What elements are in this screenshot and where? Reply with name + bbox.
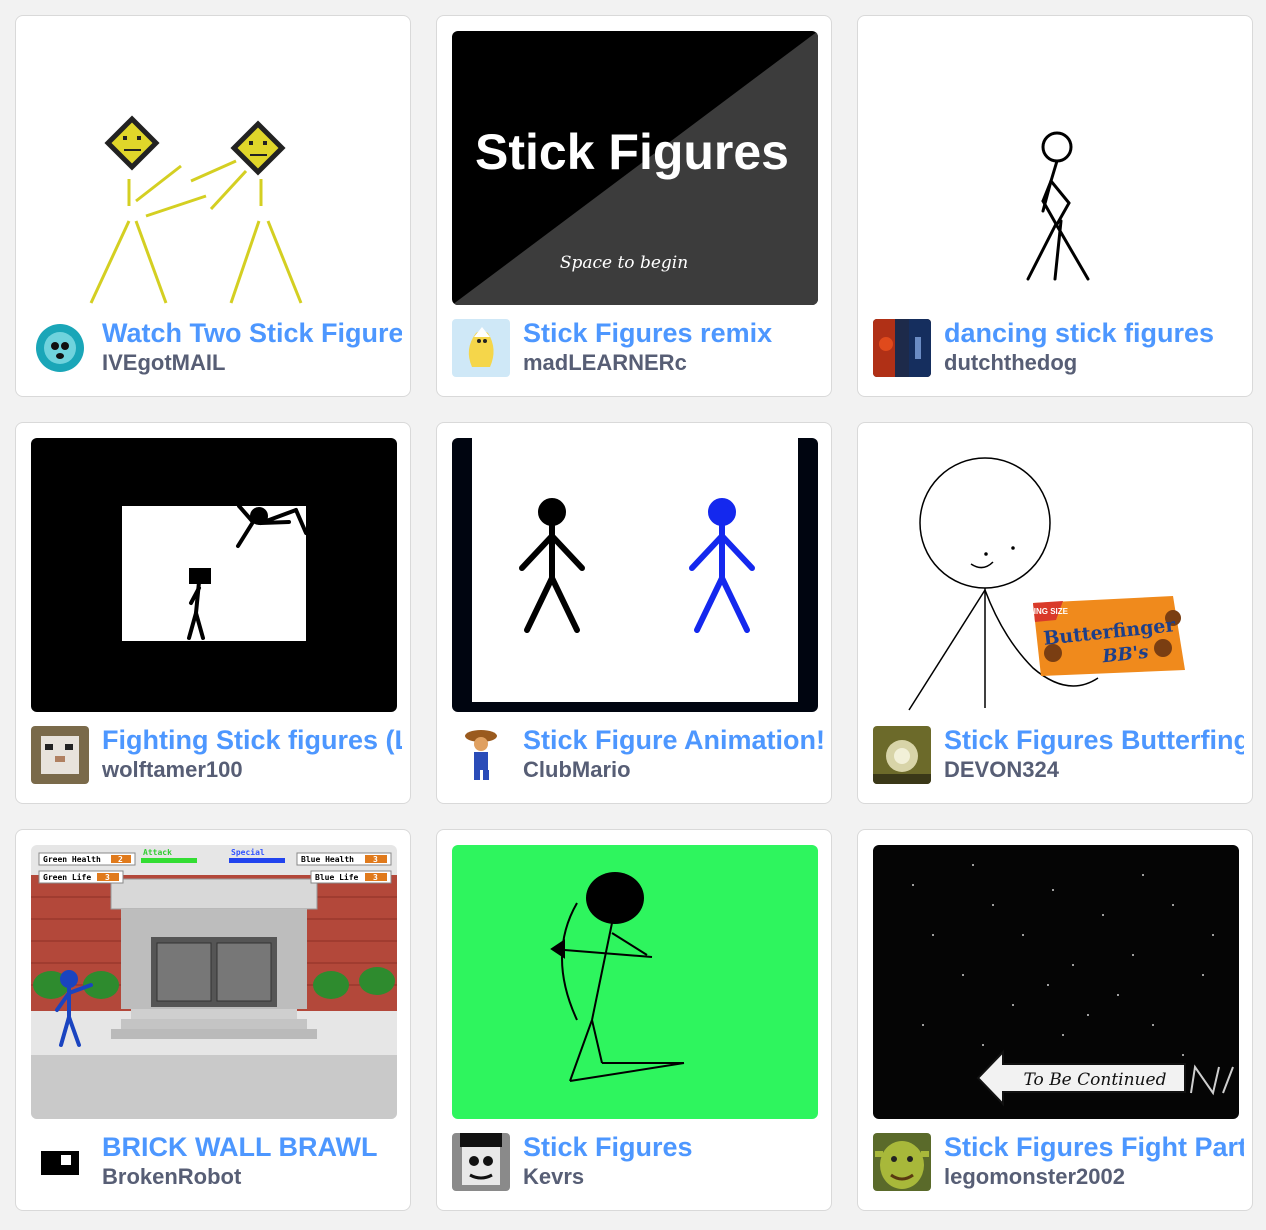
candy-bag: KING SIZE Butterfinger BB's xyxy=(1028,596,1185,676)
project-thumbnail[interactable]: Stick Figures Space to begin xyxy=(452,31,818,305)
project-author[interactable]: BrokenRobot xyxy=(102,1164,402,1190)
avatar-image xyxy=(452,319,510,377)
dancing-stick-figure-thumbnail xyxy=(873,31,1239,305)
project-card[interactable]: dancing stick figures dutchthedog xyxy=(857,15,1253,397)
hud-attack-label: Attack xyxy=(143,848,172,857)
stick-figure-animation-thumbnail xyxy=(452,438,818,712)
hud-blue-life-value: 3 xyxy=(373,873,378,882)
avatar-image xyxy=(31,319,89,377)
stick-figures-yellow-thumbnail xyxy=(31,31,397,305)
project-title[interactable]: Stick Figures Butterfing xyxy=(944,725,1244,756)
project-card[interactable]: Stick Figure Animation! ClubMario xyxy=(436,422,832,804)
hud-blue-health-label: Blue Health xyxy=(301,855,354,864)
project-author[interactable]: legomonster2002 xyxy=(944,1164,1244,1190)
avatar-image xyxy=(452,726,510,784)
hud-blue-health-value: 3 xyxy=(373,855,378,864)
project-thumbnail[interactable] xyxy=(31,438,397,712)
hud-green-health-value: 2 xyxy=(118,855,123,864)
project-title[interactable]: BRICK WALL BRAWL xyxy=(102,1132,402,1163)
hud-special-label: Special xyxy=(231,847,265,857)
project-title[interactable]: Stick Figure Animation! xyxy=(523,725,823,756)
avatar-image xyxy=(31,726,89,784)
hud-green-health-label: Green Health xyxy=(43,855,101,864)
project-thumbnail[interactable] xyxy=(452,845,818,1119)
author-avatar[interactable] xyxy=(31,726,89,784)
project-title[interactable]: dancing stick figures xyxy=(944,318,1244,349)
hud-green-life-label: Green Life xyxy=(43,872,91,882)
avatar-image xyxy=(873,726,931,784)
thumb-title: Stick Figures xyxy=(475,124,789,180)
project-title[interactable]: Stick Figures remix xyxy=(523,318,823,349)
fighting-stick-figures-thumbnail xyxy=(31,438,397,712)
avatar-image xyxy=(31,1133,89,1191)
project-card[interactable]: Stick Figures Space to begin Stick Figur… xyxy=(436,15,832,397)
archer-stick-figure-thumbnail xyxy=(452,845,818,1119)
project-thumbnail[interactable]: To Be Continued xyxy=(873,845,1239,1119)
author-avatar[interactable] xyxy=(452,726,510,784)
author-avatar[interactable] xyxy=(31,1133,89,1191)
project-title[interactable]: Fighting Stick figures (L xyxy=(102,725,402,756)
avatar-image xyxy=(873,319,931,377)
author-avatar[interactable] xyxy=(873,319,931,377)
author-avatar[interactable] xyxy=(31,319,89,377)
butterfinger-stick-figure-thumbnail: KING SIZE Butterfinger BB's xyxy=(873,438,1239,712)
brick-wall-brawl-thumbnail: Green Health 2 Green Life 3 Attack Speci… xyxy=(31,845,397,1119)
project-card[interactable]: Fighting Stick figures (L wolftamer100 xyxy=(15,422,411,804)
project-author[interactable]: Kevrs xyxy=(523,1164,823,1190)
project-author[interactable]: madLEARNERc xyxy=(523,350,823,376)
author-avatar[interactable] xyxy=(452,319,510,377)
avatar-image xyxy=(873,1133,931,1191)
project-author[interactable]: IVEgotMAIL xyxy=(102,350,402,376)
thumb-subtitle: Space to begin xyxy=(560,253,688,273)
candy-top-label: KING SIZE xyxy=(1028,607,1069,616)
to-be-continued-thumbnail: To Be Continued xyxy=(873,845,1239,1119)
project-author[interactable]: ClubMario xyxy=(523,757,823,783)
author-avatar[interactable] xyxy=(873,1133,931,1191)
avatar-image xyxy=(452,1133,510,1191)
project-thumbnail[interactable]: Green Health 2 Green Life 3 Attack Speci… xyxy=(31,845,397,1119)
project-title[interactable]: Watch Two Stick Figure xyxy=(102,318,402,349)
project-thumbnail[interactable] xyxy=(31,31,397,305)
project-card[interactable]: Stick Figures Kevrs xyxy=(436,829,832,1211)
hud-green-life-value: 3 xyxy=(105,873,110,882)
project-author[interactable]: DEVON324 xyxy=(944,757,1244,783)
project-thumbnail[interactable] xyxy=(873,31,1239,305)
project-thumbnail[interactable] xyxy=(452,438,818,712)
project-title[interactable]: Stick Figures xyxy=(523,1132,823,1163)
project-card[interactable]: Watch Two Stick Figure IVEgotMAIL xyxy=(15,15,411,397)
sign-text: To Be Continued xyxy=(1024,1070,1167,1090)
project-thumbnail[interactable]: KING SIZE Butterfinger BB's xyxy=(873,438,1239,712)
project-card[interactable]: KING SIZE Butterfinger BB's Stick Figure… xyxy=(857,422,1253,804)
stick-figures-title-thumbnail: Stick Figures Space to begin xyxy=(452,31,818,305)
project-card[interactable]: To Be Continued Stick Figures Fight Part… xyxy=(857,829,1253,1211)
author-avatar[interactable] xyxy=(452,1133,510,1191)
project-author[interactable]: wolftamer100 xyxy=(102,757,402,783)
hud-blue-life-label: Blue Life xyxy=(315,872,359,882)
author-avatar[interactable] xyxy=(873,726,931,784)
project-title[interactable]: Stick Figures Fight Part xyxy=(944,1132,1244,1163)
project-card[interactable]: Green Health 2 Green Life 3 Attack Speci… xyxy=(15,829,411,1211)
project-author[interactable]: dutchthedog xyxy=(944,350,1244,376)
